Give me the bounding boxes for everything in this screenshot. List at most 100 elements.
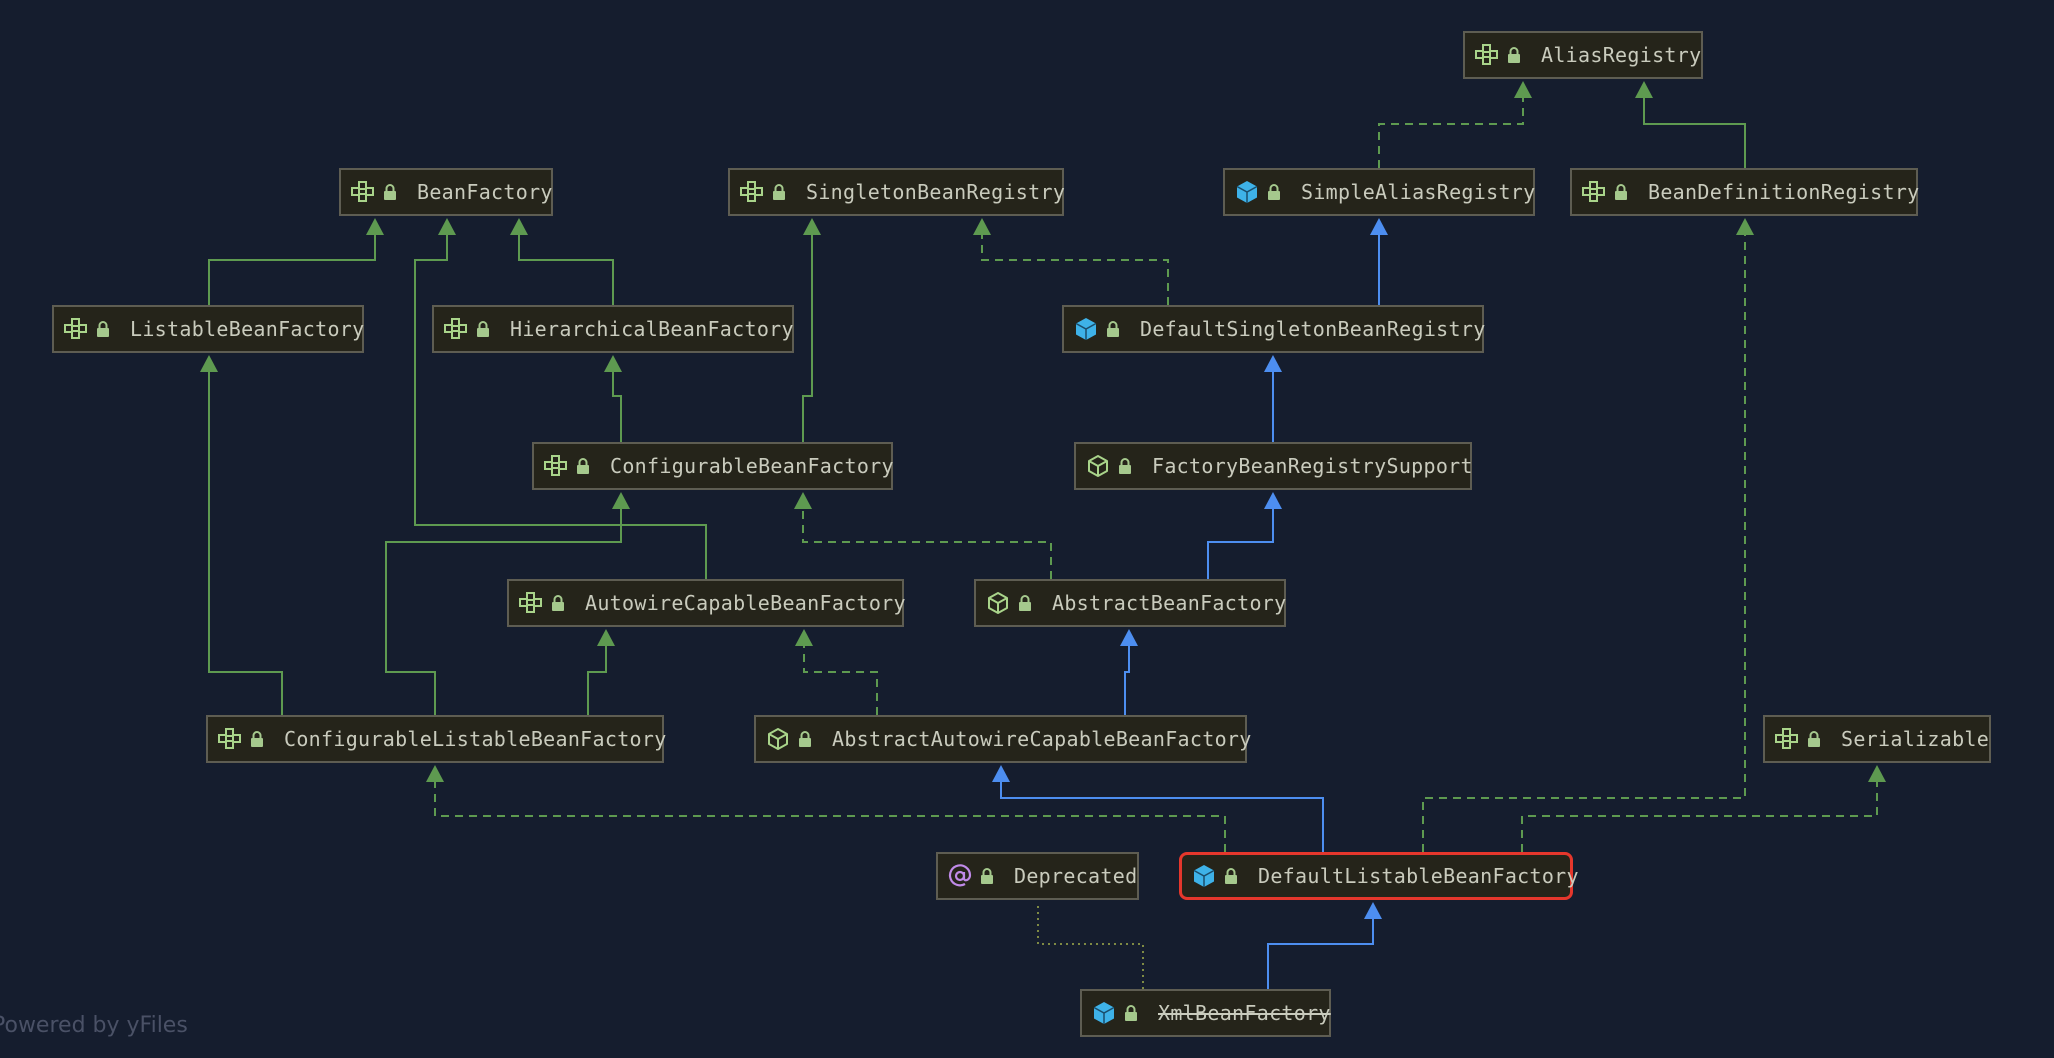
arrowhead bbox=[604, 355, 622, 372]
arrowhead bbox=[510, 218, 528, 235]
interface-icon bbox=[1775, 727, 1799, 751]
arrowhead bbox=[794, 492, 812, 509]
arrowhead bbox=[992, 765, 1010, 782]
arrowhead bbox=[438, 218, 456, 235]
node-xml-bean-factory[interactable]: XmlBeanFactory bbox=[1080, 989, 1331, 1037]
lock-icon bbox=[383, 182, 397, 202]
node-label: BeanDefinitionRegistry bbox=[1648, 180, 1920, 204]
edge-extends-class bbox=[1124, 645, 1130, 715]
edge-extends bbox=[208, 234, 376, 305]
arrowhead bbox=[1264, 355, 1282, 372]
lock-icon bbox=[1224, 866, 1238, 886]
edge-annotated bbox=[1037, 902, 1144, 989]
arrowhead bbox=[1264, 492, 1282, 509]
node-simple-alias-registry[interactable]: SimpleAliasRegistry bbox=[1223, 168, 1535, 216]
interface-icon bbox=[1582, 180, 1606, 204]
edge-extends bbox=[802, 234, 813, 442]
lock-icon bbox=[1124, 1003, 1138, 1023]
node-label: AliasRegistry bbox=[1541, 43, 1702, 67]
abstract-class-icon bbox=[766, 727, 790, 751]
class-icon bbox=[1074, 317, 1098, 341]
arrowhead bbox=[597, 629, 615, 646]
node-abstract-bean-factory[interactable]: AbstractBeanFactory bbox=[974, 579, 1286, 627]
interface-icon bbox=[444, 317, 468, 341]
interface-icon bbox=[544, 454, 568, 478]
arrowhead bbox=[366, 218, 384, 235]
node-hierarchical-bean-factory[interactable]: HierarchicalBeanFactory bbox=[432, 305, 794, 353]
lock-icon bbox=[1018, 593, 1032, 613]
node-listable-bean-factory[interactable]: ListableBeanFactory bbox=[52, 305, 364, 353]
node-label: Serializable bbox=[1841, 727, 1990, 751]
node-label: DefaultListableBeanFactory bbox=[1258, 864, 1579, 888]
node-serializable[interactable]: Serializable bbox=[1763, 715, 1991, 763]
edge-implements bbox=[981, 234, 1169, 305]
node-label: SimpleAliasRegistry bbox=[1301, 180, 1536, 204]
arrowhead bbox=[1736, 218, 1754, 235]
node-singleton-bean-registry[interactable]: SingletonBeanRegistry bbox=[728, 168, 1066, 216]
node-default-listable-bean-factory[interactable]: DefaultListableBeanFactory bbox=[1179, 852, 1579, 900]
edge-extends bbox=[587, 645, 607, 715]
edge-implements bbox=[803, 645, 878, 715]
node-label: ConfigurableBeanFactory bbox=[610, 454, 894, 478]
arrowhead bbox=[1514, 81, 1532, 98]
interface-icon bbox=[740, 180, 764, 204]
node-label: XmlBeanFactory bbox=[1158, 1001, 1331, 1025]
lock-icon bbox=[551, 593, 565, 613]
node-configurable-bean-factory[interactable]: ConfigurableBeanFactory bbox=[532, 442, 894, 490]
arrowhead bbox=[973, 218, 991, 235]
node-abstract-autowire-capable-bean-factory[interactable]: AbstractAutowireCapableBeanFactory bbox=[754, 715, 1251, 763]
node-label: ListableBeanFactory bbox=[130, 317, 365, 341]
node-factory-bean-registry-support[interactable]: FactoryBeanRegistrySupport bbox=[1074, 442, 1473, 490]
lock-icon bbox=[1118, 456, 1132, 476]
class-icon bbox=[1192, 864, 1216, 888]
node-deprecated[interactable]: Deprecated bbox=[936, 852, 1139, 900]
node-bean-factory[interactable]: BeanFactory bbox=[339, 168, 553, 216]
node-default-singleton-bean-registry[interactable]: DefaultSingletonBeanRegistry bbox=[1062, 305, 1486, 353]
node-label: AbstractAutowireCapableBeanFactory bbox=[832, 727, 1252, 751]
node-label: FactoryBeanRegistrySupport bbox=[1152, 454, 1473, 478]
node-configurable-listable-bean-factory[interactable]: ConfigurableListableBeanFactory bbox=[206, 715, 666, 763]
arrowhead bbox=[1120, 629, 1138, 646]
edge-extends bbox=[1643, 97, 1746, 168]
class-icon bbox=[1235, 180, 1259, 204]
node-label: SingletonBeanRegistry bbox=[806, 180, 1066, 204]
edge-extends bbox=[518, 234, 614, 305]
lock-icon bbox=[576, 456, 590, 476]
arrowhead bbox=[426, 765, 444, 782]
edge-implements bbox=[1521, 781, 1878, 852]
lock-icon bbox=[1614, 182, 1628, 202]
interface-icon bbox=[218, 727, 242, 751]
node-label: DefaultSingletonBeanRegistry bbox=[1140, 317, 1486, 341]
arrowhead bbox=[1364, 902, 1382, 919]
arrowhead bbox=[1868, 765, 1886, 782]
lock-icon bbox=[96, 319, 110, 339]
node-label: AutowireCapableBeanFactory bbox=[585, 591, 906, 615]
node-alias-registry[interactable]: AliasRegistry bbox=[1463, 31, 1703, 79]
node-bean-definition-registry[interactable]: BeanDefinitionRegistry bbox=[1570, 168, 1920, 216]
powered-by-footer: Powered by yFiles bbox=[0, 1013, 188, 1038]
abstract-class-icon bbox=[1086, 454, 1110, 478]
annotation-icon bbox=[948, 864, 972, 888]
edge-extends-class bbox=[1267, 918, 1374, 989]
interface-icon bbox=[64, 317, 88, 341]
lock-icon bbox=[980, 866, 994, 886]
node-label: Deprecated bbox=[1014, 864, 1138, 888]
interface-icon bbox=[1475, 43, 1499, 67]
edge-implements bbox=[802, 508, 1052, 579]
node-label: BeanFactory bbox=[417, 180, 553, 204]
edge-implements bbox=[434, 781, 1226, 852]
node-autowire-capable-bean-factory[interactable]: AutowireCapableBeanFactory bbox=[507, 579, 906, 627]
arrowhead bbox=[612, 492, 630, 509]
interface-icon bbox=[519, 591, 543, 615]
lock-icon bbox=[1267, 182, 1281, 202]
lock-icon bbox=[250, 729, 264, 749]
edge-extends bbox=[414, 234, 707, 579]
lock-icon bbox=[476, 319, 490, 339]
lock-icon bbox=[1106, 319, 1120, 339]
lock-icon bbox=[1807, 729, 1821, 749]
arrowhead bbox=[795, 629, 813, 646]
arrowhead bbox=[803, 218, 821, 235]
interface-icon bbox=[351, 180, 375, 204]
node-label: AbstractBeanFactory bbox=[1052, 591, 1287, 615]
abstract-class-icon bbox=[986, 591, 1010, 615]
